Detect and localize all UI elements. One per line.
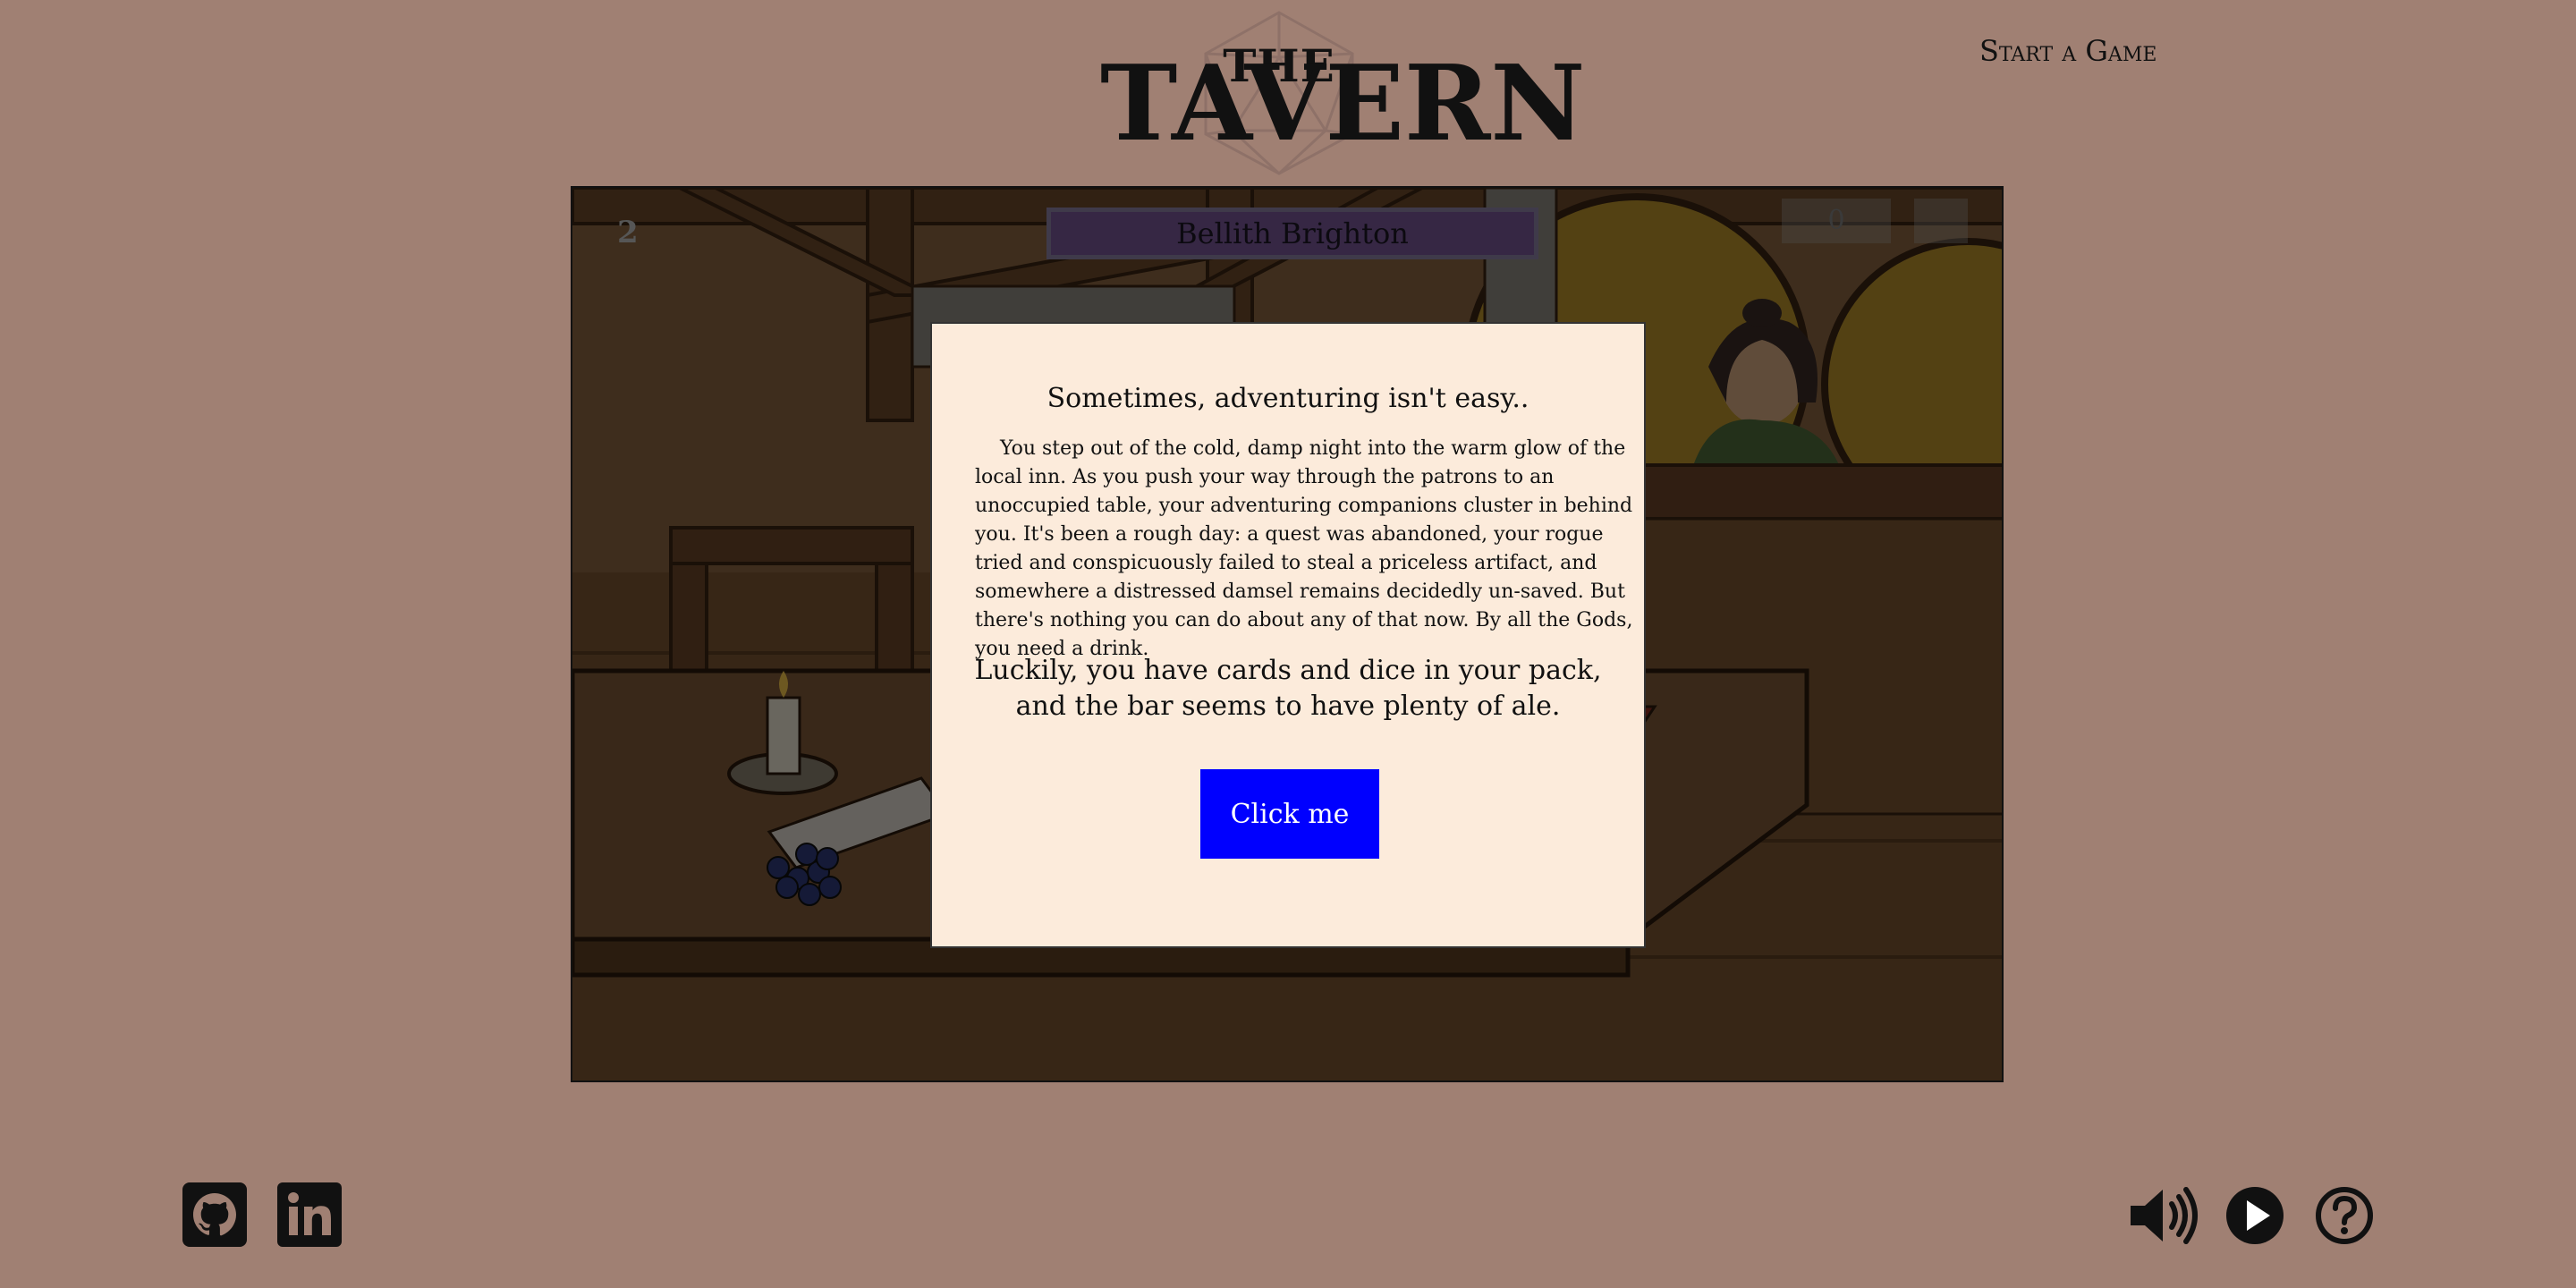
click-me-button[interactable]: Click me <box>1200 769 1379 859</box>
start-game-link[interactable]: Start a Game <box>1979 34 2157 68</box>
turn-counter: 2 <box>617 215 639 250</box>
intro-modal: Sometimes, adventuring isn't easy.. You … <box>930 322 1646 948</box>
linkedin-icon[interactable] <box>277 1182 342 1250</box>
github-icon[interactable] <box>182 1182 247 1250</box>
score-display: 0 <box>1782 199 1891 243</box>
help-icon[interactable] <box>2315 1186 2374 1249</box>
modal-title: Sometimes, adventuring isn't easy.. <box>1046 383 1530 414</box>
modal-body-text: You step out of the cold, damp night int… <box>975 437 1633 660</box>
page: THE TAVERN Start a Game 2 Bellith Bright… <box>0 0 2576 1288</box>
logo-text-tavern: TAVERN <box>1100 43 1586 165</box>
tavern-logo[interactable]: THE TAVERN <box>1100 9 1586 179</box>
player-name-banner: Bellith Brighton <box>1046 208 1538 259</box>
play-icon[interactable] <box>2225 1186 2284 1249</box>
modal-lead-line1: Luckily, you have cards and dice in your… <box>974 655 1602 686</box>
hud-button[interactable] <box>1914 199 1968 243</box>
modal-lead-line2: and the bar seems to have plenty of ale. <box>1015 691 1561 722</box>
modal-lead-text: Luckily, you have cards and dice in your… <box>932 653 1644 724</box>
volume-icon[interactable] <box>2129 1186 2200 1249</box>
